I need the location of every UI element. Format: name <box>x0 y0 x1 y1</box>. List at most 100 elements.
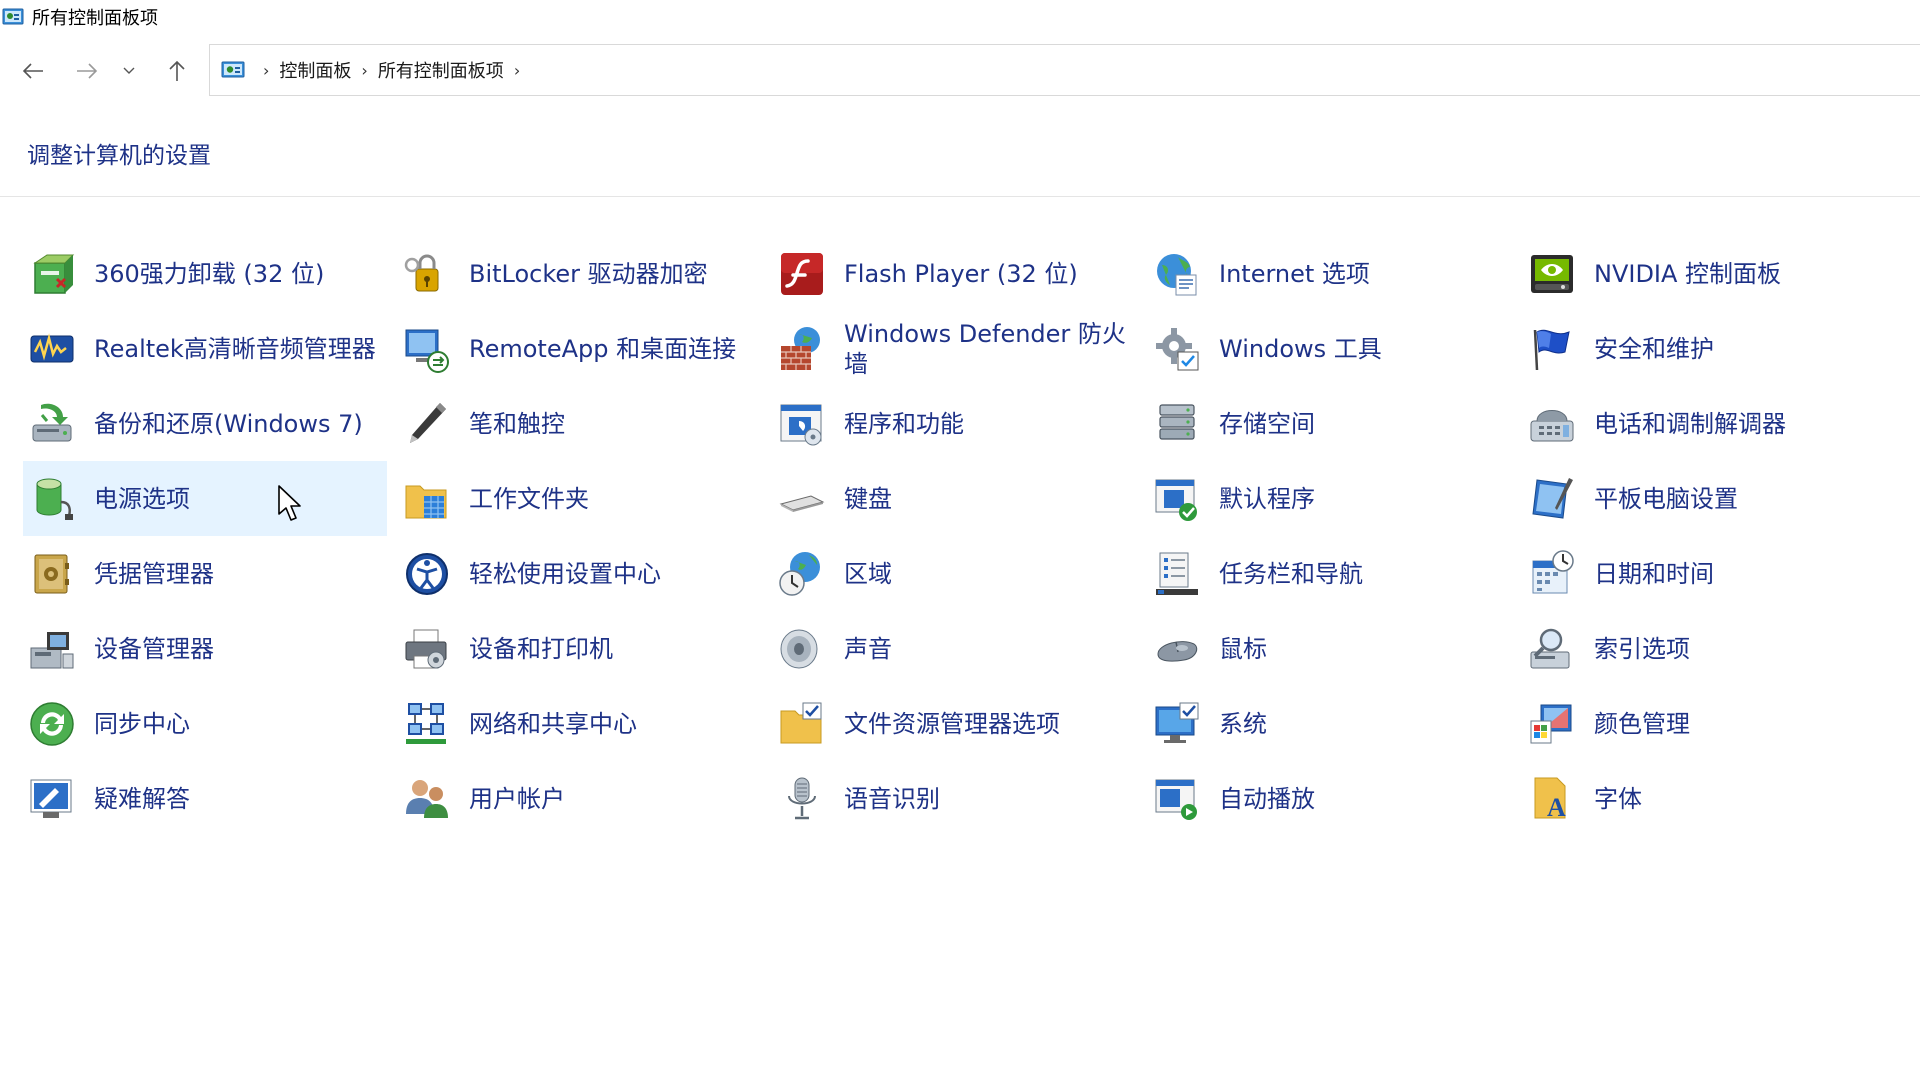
control-panel-item[interactable]: 存储空间 <box>1148 386 1512 461</box>
control-panel-item-label[interactable]: 电话和调制解调器 <box>1594 409 1786 439</box>
page-title: 调整计算机的设置 <box>27 143 211 169</box>
control-panel-item[interactable]: 360强力卸载 (32 位) <box>23 236 387 311</box>
control-panel-item[interactable]: 电话和调制解调器 <box>1523 386 1887 461</box>
control-panel-item-label[interactable]: 网络和共享中心 <box>469 709 637 739</box>
control-panel-item[interactable]: 工作文件夹 <box>398 461 762 536</box>
control-panel-item-label[interactable]: 电源选项 <box>94 484 190 514</box>
control-panel-item-label[interactable]: 声音 <box>844 634 892 664</box>
control-panel-item-label[interactable]: Windows Defender 防火墙 <box>844 319 1134 379</box>
control-panel-item[interactable]: 系统 <box>1148 686 1512 761</box>
control-panel-item[interactable]: 平板电脑设置 <box>1523 461 1887 536</box>
flag-icon <box>1527 324 1577 374</box>
mouse-icon <box>1152 624 1202 674</box>
control-panel-item[interactable]: Windows Defender 防火墙 <box>773 311 1137 386</box>
control-panel-item-label[interactable]: 用户帐户 <box>469 784 565 814</box>
control-panel-item[interactable]: 颜色管理 <box>1523 686 1887 761</box>
control-panel-item[interactable]: Internet 选项 <box>1148 236 1512 311</box>
control-panel-item[interactable]: 用户帐户 <box>398 761 762 836</box>
control-panel-item[interactable]: 电源选项 <box>23 461 387 536</box>
control-panel-item-label[interactable]: 程序和功能 <box>844 409 964 439</box>
control-panel-item[interactable]: 设备和打印机 <box>398 611 762 686</box>
control-panel-item[interactable]: 轻松使用设置中心 <box>398 536 762 611</box>
control-panel-item-label[interactable]: 自动播放 <box>1219 784 1315 814</box>
control-panel-item-label[interactable]: 颜色管理 <box>1594 709 1690 739</box>
control-panel-item-label[interactable]: 疑难解答 <box>94 784 190 814</box>
control-panel-item[interactable]: 网络和共享中心 <box>398 686 762 761</box>
control-panel-item[interactable]: Windows 工具 <box>1148 311 1512 386</box>
control-panel-item[interactable]: A 字体 <box>1523 761 1887 836</box>
control-panel-item-label[interactable]: 区域 <box>844 559 892 589</box>
control-panel-item-label[interactable]: Internet 选项 <box>1219 259 1370 289</box>
control-panel-item-label[interactable]: RemoteApp 和桌面连接 <box>469 334 736 364</box>
control-panel-item-label[interactable]: 备份和还原(Windows 7) <box>94 409 363 439</box>
control-panel-item[interactable]: 程序和功能 <box>773 386 1137 461</box>
address-bar[interactable]: › 控制面板 › 所有控制面板项 › <box>209 44 1920 96</box>
control-panel-item[interactable]: BitLocker 驱动器加密 <box>398 236 762 311</box>
chevron-down-icon <box>123 67 135 74</box>
window-title: 所有控制面板项 <box>32 8 158 29</box>
recent-locations-button[interactable] <box>116 54 142 88</box>
control-panel-item-label[interactable]: 设备管理器 <box>94 634 214 664</box>
control-panel-item-label[interactable]: Realtek高清晰音频管理器 <box>94 334 376 364</box>
control-panel-item[interactable]: 区域 <box>773 536 1137 611</box>
control-panel-item[interactable]: 自动播放 <box>1148 761 1512 836</box>
control-panel-item[interactable]: 文件资源管理器选项 <box>773 686 1137 761</box>
control-panel-item-label[interactable]: BitLocker 驱动器加密 <box>469 259 708 289</box>
control-panel-item-label[interactable]: 索引选项 <box>1594 634 1690 664</box>
tablet-icon <box>1527 474 1577 524</box>
control-panel-item-label[interactable]: 安全和维护 <box>1594 334 1714 364</box>
control-panel-item[interactable]: Realtek高清晰音频管理器 <box>23 311 387 386</box>
control-panel-item-label[interactable]: 平板电脑设置 <box>1594 484 1738 514</box>
phone-modem-icon <box>1527 399 1577 449</box>
control-panel-item-label[interactable]: 笔和触控 <box>469 409 565 439</box>
up-button[interactable] <box>160 54 194 88</box>
control-panel-item-label[interactable]: 设备和打印机 <box>469 634 613 664</box>
breadcrumb-all-items[interactable]: 所有控制面板项 <box>378 57 504 83</box>
control-panel-item-label[interactable]: 鼠标 <box>1219 634 1267 664</box>
firewall-icon <box>777 324 827 374</box>
control-panel-item-label[interactable]: 键盘 <box>844 484 892 514</box>
control-panel-item[interactable]: 设备管理器 <box>23 611 387 686</box>
control-panel-item-label[interactable]: Windows 工具 <box>1219 334 1382 364</box>
control-panel-item-label[interactable]: 默认程序 <box>1219 484 1315 514</box>
control-panel-item[interactable]: 声音 <box>773 611 1137 686</box>
storage-icon <box>1152 399 1202 449</box>
control-panel-item[interactable]: 任务栏和导航 <box>1148 536 1512 611</box>
control-panel-item[interactable]: 凭据管理器 <box>23 536 387 611</box>
control-panel-item-label[interactable]: 存储空间 <box>1219 409 1315 439</box>
control-panel-item-label[interactable]: 同步中心 <box>94 709 190 739</box>
control-panel-item[interactable]: 日期和时间 <box>1523 536 1887 611</box>
control-panel-item-label[interactable]: 日期和时间 <box>1594 559 1714 589</box>
breadcrumb-control-panel[interactable]: 控制面板 <box>279 57 351 83</box>
control-panel-item[interactable]: 备份和还原(Windows 7) <box>23 386 387 461</box>
control-panel-item-label[interactable]: 文件资源管理器选项 <box>844 709 1060 739</box>
control-panel-item-label[interactable]: 系统 <box>1219 709 1267 739</box>
battery-plug-icon <box>27 474 77 524</box>
gear-tools-icon <box>1152 324 1202 374</box>
control-panel-item[interactable]: 同步中心 <box>23 686 387 761</box>
control-panel-item[interactable]: 疑难解答 <box>23 761 387 836</box>
control-panel-item-label[interactable]: 任务栏和导航 <box>1219 559 1363 589</box>
control-panel-item-label[interactable]: 字体 <box>1594 784 1642 814</box>
control-panel-item[interactable]: NVIDIA 控制面板 <box>1523 236 1887 311</box>
control-panel-item[interactable]: 索引选项 <box>1523 611 1887 686</box>
divider <box>0 196 1920 197</box>
control-panel-item[interactable]: 默认程序 <box>1148 461 1512 536</box>
forward-button[interactable] <box>70 54 104 88</box>
control-panel-item[interactable]: 语音识别 <box>773 761 1137 836</box>
control-panel-item[interactable]: Flash Player (32 位) <box>773 236 1137 311</box>
control-panel-item[interactable]: 键盘 <box>773 461 1137 536</box>
control-panel-item[interactable]: 鼠标 <box>1148 611 1512 686</box>
control-panel-item[interactable]: RemoteApp 和桌面连接 <box>398 311 762 386</box>
control-panel-item-label[interactable]: 360强力卸载 (32 位) <box>94 259 324 289</box>
control-panel-item-label[interactable]: Flash Player (32 位) <box>844 259 1078 289</box>
control-panel-item-label[interactable]: NVIDIA 控制面板 <box>1594 259 1781 289</box>
control-panel-item[interactable]: 安全和维护 <box>1523 311 1887 386</box>
control-panel-item-label[interactable]: 凭据管理器 <box>94 559 214 589</box>
breadcrumb-separator[interactable]: › <box>514 61 520 80</box>
control-panel-item-label[interactable]: 语音识别 <box>844 784 940 814</box>
control-panel-item[interactable]: 笔和触控 <box>398 386 762 461</box>
control-panel-item-label[interactable]: 工作文件夹 <box>469 484 589 514</box>
control-panel-item-label[interactable]: 轻松使用设置中心 <box>469 559 661 589</box>
back-button[interactable] <box>16 54 50 88</box>
